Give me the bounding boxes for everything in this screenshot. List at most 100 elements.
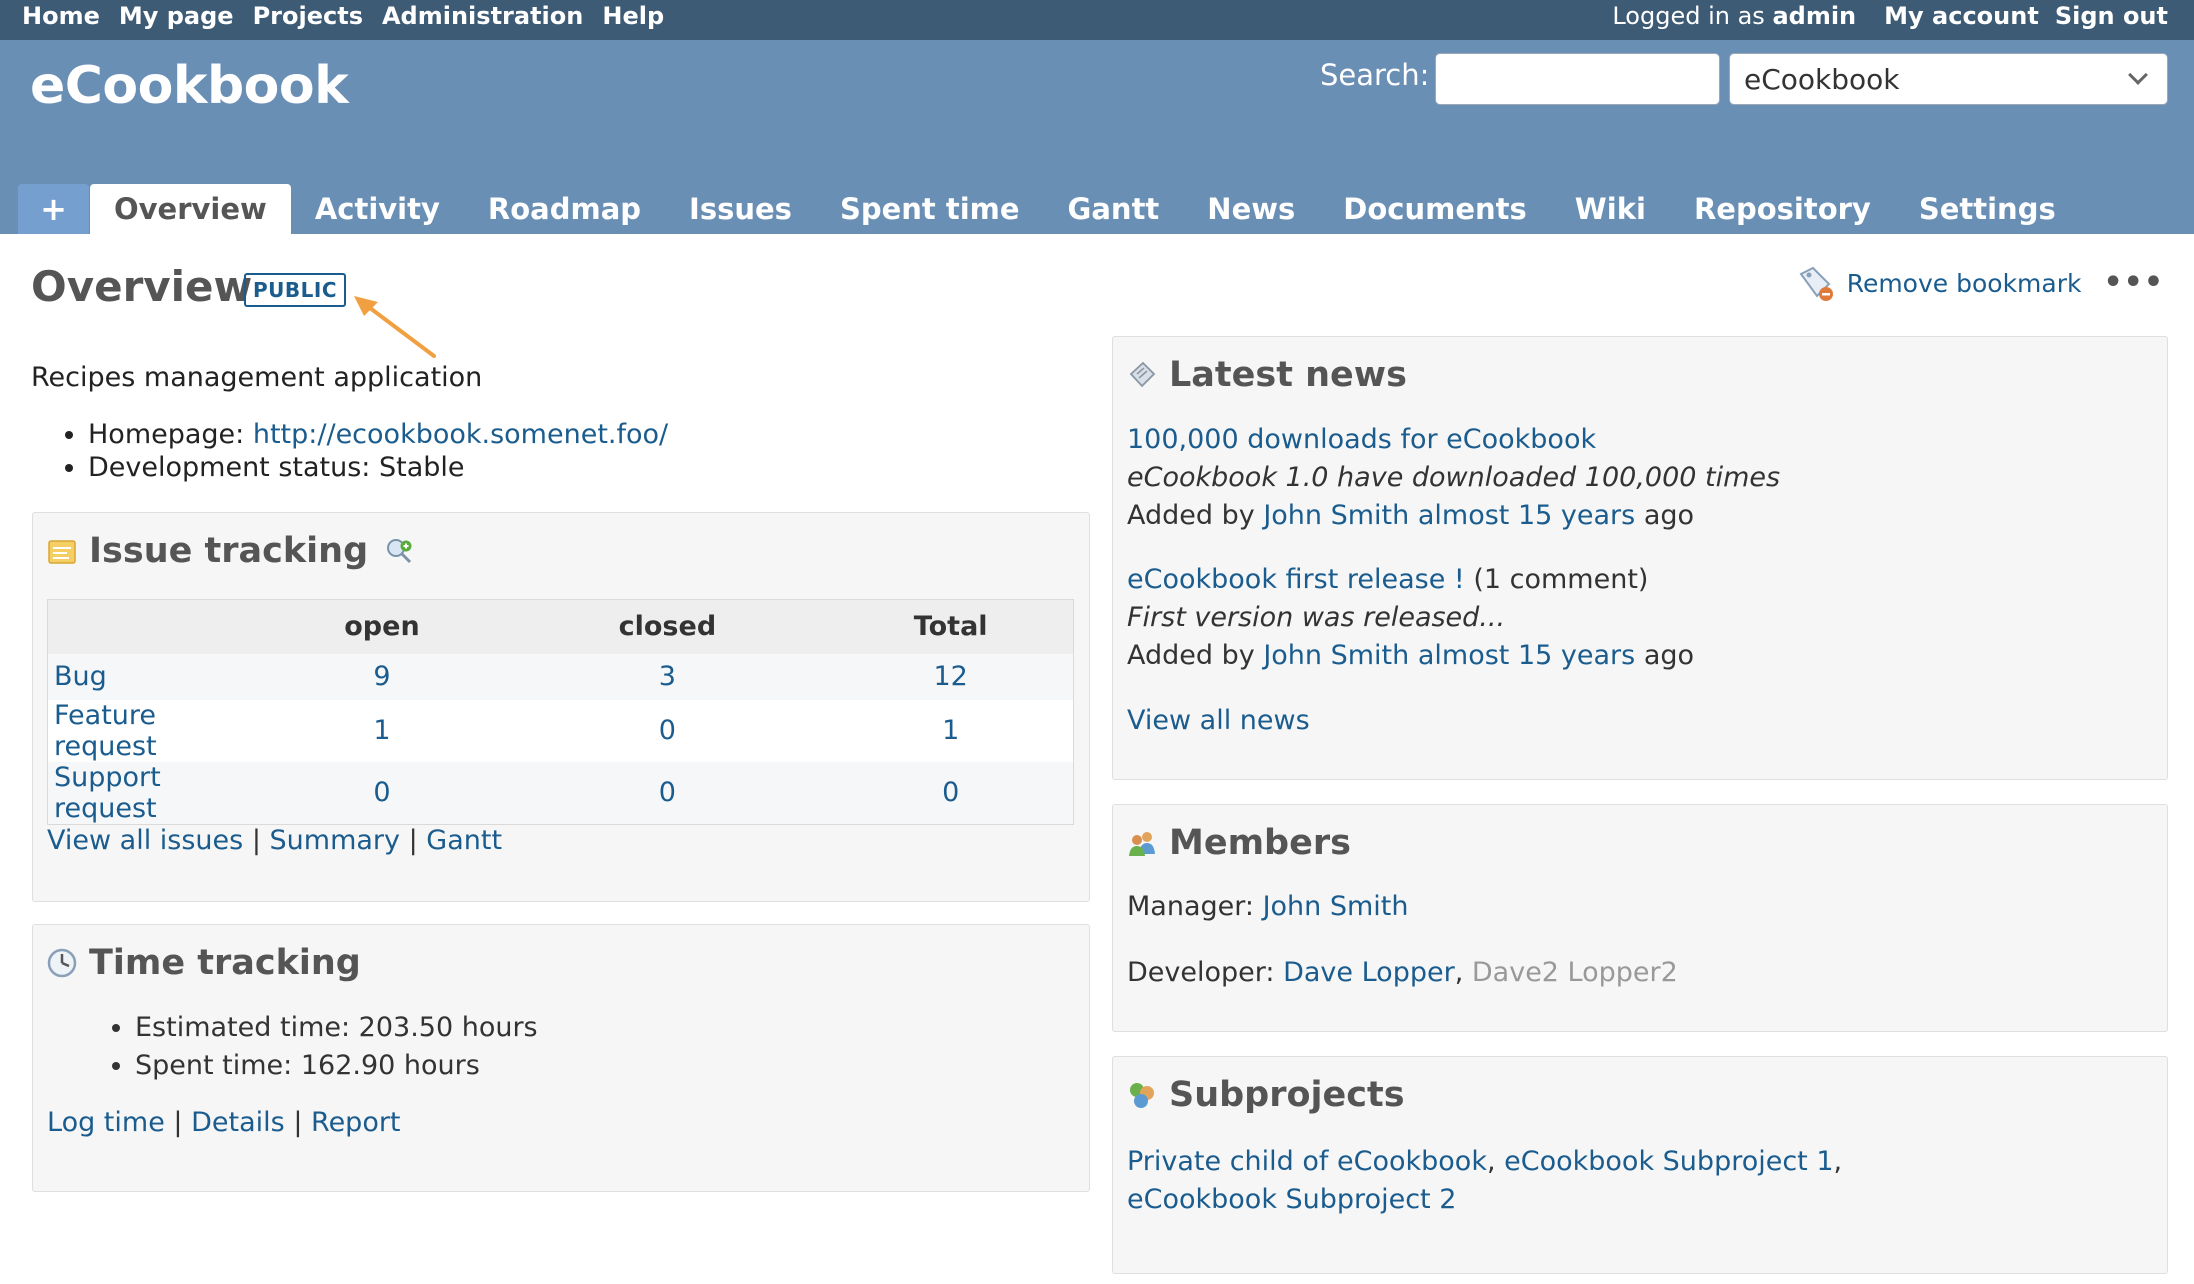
separator: ,	[1833, 1146, 1843, 1177]
view-all-issues-link[interactable]: View all issues	[47, 825, 243, 856]
summary-link[interactable]: Summary	[270, 825, 400, 856]
latest-news-box: Latest news 100,000 downloads for eCookb…	[1112, 336, 2168, 780]
project-title[interactable]: eCookbook	[30, 56, 349, 116]
news-author-link[interactable]: John Smith	[1263, 500, 1409, 531]
contextual-actions: Remove bookmark •••	[1797, 264, 2164, 302]
dev-status-item: Development status: Stable	[88, 451, 668, 484]
new-object-button[interactable]: +	[18, 184, 89, 234]
top-menu-administration-link[interactable]: Administration	[382, 2, 583, 30]
news-title-link[interactable]: 100,000 downloads for eCookbook	[1127, 424, 1596, 455]
time-links: Log time | Details | Report	[47, 1107, 401, 1138]
tab-activity[interactable]: Activity	[291, 184, 464, 234]
open-count-link[interactable]: 9	[373, 661, 390, 692]
my-account-link[interactable]: My account	[1884, 2, 2039, 30]
tab-overview[interactable]: Overview	[90, 184, 291, 234]
project-jump-value: eCookbook	[1744, 62, 1900, 96]
separator: ,	[1486, 1146, 1496, 1177]
issue-tracking-table: open closed Total Bug 9 3 12 Feature req…	[47, 599, 1074, 825]
news-title-link[interactable]: eCookbook first release !	[1127, 564, 1465, 595]
news-added-by: Added by	[1127, 500, 1255, 531]
table-header-closed: closed	[506, 599, 829, 654]
subproject-link[interactable]: Private child of eCookbook	[1127, 1146, 1487, 1177]
tab-spent-time[interactable]: Spent time	[816, 184, 1044, 234]
tab-issues[interactable]: Issues	[665, 184, 816, 234]
issue-search-add-icon[interactable]	[384, 536, 414, 566]
separator: |	[251, 825, 261, 856]
locked-developer-link[interactable]: Dave2 Lopper2	[1472, 957, 1678, 988]
issue-tracking-icon	[48, 540, 76, 564]
search-input[interactable]	[1435, 53, 1720, 105]
open-count-link[interactable]: 0	[373, 777, 390, 808]
top-menu-right: Logged in as admin My account Sign out	[1612, 2, 2168, 30]
closed-count-link[interactable]: 3	[659, 661, 676, 692]
tab-settings[interactable]: Settings	[1895, 184, 2080, 234]
tab-documents[interactable]: Documents	[1319, 184, 1551, 234]
open-count-link[interactable]: 1	[373, 715, 390, 746]
subproject-link[interactable]: eCookbook Subproject 2	[1127, 1184, 1456, 1215]
top-menu-projects-link[interactable]: Projects	[253, 2, 363, 30]
time-tracking-heading: Time tracking	[47, 943, 361, 983]
total-count-link[interactable]: 0	[942, 777, 959, 808]
separator: |	[408, 825, 418, 856]
remove-bookmark-link[interactable]: Remove bookmark	[1847, 269, 2082, 298]
news-ago: ago	[1643, 500, 1695, 531]
estimated-time: Estimated time: 203.50 hours	[135, 1009, 538, 1047]
report-link[interactable]: Report	[311, 1107, 401, 1138]
top-menu-help-link[interactable]: Help	[602, 2, 664, 30]
more-actions-icon[interactable]: •••	[2103, 268, 2164, 298]
bookmark-remove-icon	[1799, 266, 1833, 301]
table-row: Feature request 1 0 1	[47, 699, 1074, 762]
sign-out-link[interactable]: Sign out	[2055, 2, 2168, 30]
project-properties: Homepage: http://ecookbook.somenet.foo/ …	[88, 418, 668, 484]
tracker-link[interactable]: Feature request	[54, 700, 157, 762]
logged-in-prefix: Logged in as	[1612, 2, 1765, 30]
tab-repository[interactable]: Repository	[1670, 184, 1895, 234]
issue-tracking-box: Issue tracking open closed Total Bug 9 3…	[32, 512, 1090, 902]
manager-link[interactable]: John Smith	[1263, 891, 1409, 922]
tab-gantt[interactable]: Gantt	[1044, 184, 1184, 234]
table-row: Bug 9 3 12	[47, 653, 1074, 700]
logged-in-as: Logged in as admin	[1612, 2, 1856, 30]
homepage-item: Homepage: http://ecookbook.somenet.foo/	[88, 418, 668, 451]
log-time-link[interactable]: Log time	[47, 1107, 165, 1138]
view-all-news-link[interactable]: View all news	[1127, 705, 1310, 736]
news-age-link[interactable]: almost 15 years	[1418, 640, 1635, 671]
news-age-link[interactable]: almost 15 years	[1418, 500, 1635, 531]
top-menu-my-page-link[interactable]: My page	[119, 2, 234, 30]
table-header-open: open	[257, 599, 507, 654]
news-comments: (1 comment)	[1473, 564, 1649, 595]
annotation-arrow-icon	[354, 296, 436, 358]
search-label: Search:	[1320, 58, 1430, 92]
manager-label: Manager:	[1127, 891, 1254, 922]
developer-label: Developer:	[1127, 957, 1275, 988]
news-meta: Added by John Smith almost 15 years ago	[1127, 497, 1780, 535]
table-header-total: Total	[828, 599, 1074, 654]
spent-time: Spent time: 162.90 hours	[135, 1047, 538, 1085]
project-jump-select[interactable]: eCookbook	[1729, 53, 2168, 105]
gantt-link[interactable]: Gantt	[426, 825, 502, 856]
total-count-link[interactable]: 1	[942, 715, 959, 746]
subproject-link[interactable]: eCookbook Subproject 1	[1504, 1146, 1833, 1177]
total-count-link[interactable]: 12	[934, 661, 968, 692]
tab-roadmap[interactable]: Roadmap	[464, 184, 665, 234]
news-author-link[interactable]: John Smith	[1263, 640, 1409, 671]
tracker-link[interactable]: Bug	[54, 661, 107, 692]
news-item: 100,000 downloads for eCookbook eCookboo…	[1127, 421, 1780, 535]
closed-count-link[interactable]: 0	[659, 777, 676, 808]
tracker-link[interactable]: Support request	[54, 762, 161, 824]
manager-line: Manager: John Smith	[1127, 891, 1409, 922]
homepage-link[interactable]: http://ecookbook.somenet.foo/	[253, 419, 668, 450]
developer-line: Developer: Dave Lopper, Dave2 Lopper2	[1127, 957, 1678, 988]
developer-link[interactable]: Dave Lopper	[1283, 957, 1455, 988]
details-link[interactable]: Details	[191, 1107, 285, 1138]
public-badge: PUBLIC	[244, 273, 347, 307]
content: Overview PUBLIC Remove bookmark ••• Reci…	[0, 234, 2194, 1284]
tab-wiki[interactable]: Wiki	[1551, 184, 1670, 234]
closed-count-link[interactable]: 0	[659, 715, 676, 746]
logged-in-user-link[interactable]: admin	[1772, 2, 1856, 30]
news-item: eCookbook first release ! (1 comment) Fi…	[1127, 561, 1694, 675]
issue-tracking-heading: Issue tracking	[47, 531, 414, 571]
top-menu-home-link[interactable]: Home	[22, 2, 100, 30]
tab-news[interactable]: News	[1183, 184, 1319, 234]
members-icon	[1129, 832, 1155, 856]
